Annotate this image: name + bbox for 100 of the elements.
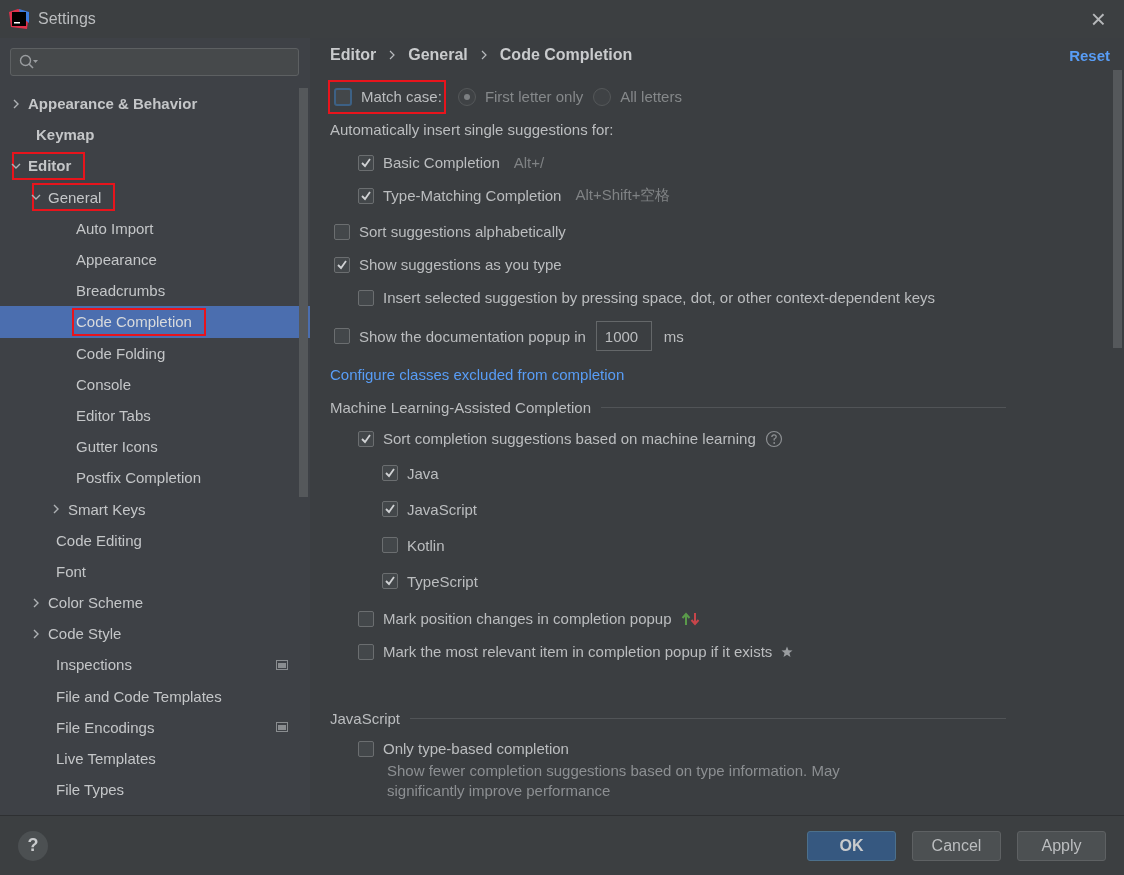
dialog-button[interactable]: Cancel — [912, 830, 1001, 861]
tree-item[interactable]: Font — [0, 555, 310, 587]
app-logo-icon — [9, 9, 29, 29]
checkbox[interactable] — [358, 289, 374, 306]
search-field[interactable] — [10, 48, 299, 76]
checkbox[interactable] — [358, 740, 374, 757]
window-title: Settings — [38, 10, 96, 28]
breadcrumb-item[interactable]: Code Completion — [499, 46, 633, 64]
checkbox[interactable] — [358, 187, 374, 204]
checkbox-label: Mark position changes in completion popup — [383, 610, 672, 627]
tree-item[interactable]: File Encodings — [0, 711, 310, 743]
tree-item-label: Editor Tabs — [76, 406, 151, 424]
search-icon — [19, 54, 39, 70]
tree-item[interactable]: Postfix Completion — [0, 462, 310, 494]
checkbox[interactable] — [334, 223, 350, 240]
checkbox[interactable] — [382, 573, 398, 589]
checkbox-label: TypeScript — [407, 572, 478, 590]
checkbox[interactable] — [334, 328, 350, 344]
tree-item-label: File Types — [56, 781, 125, 799]
tree-item[interactable]: Live Templates — [0, 742, 310, 775]
tree-item[interactable]: Code Style — [0, 618, 310, 650]
radio-label: All letters — [620, 88, 682, 105]
checkbox-label: Show suggestions as you type — [359, 256, 562, 273]
tree-item-label: Code Folding — [76, 344, 166, 362]
tree-item[interactable]: Color Scheme — [0, 587, 310, 619]
tree-item[interactable]: General — [0, 181, 310, 213]
tree-item-label: Postfix Completion — [76, 469, 202, 487]
checkbox-label: Show the documentation popup in — [359, 327, 586, 345]
checkbox[interactable] — [382, 501, 398, 517]
tree-item-label: Live Templates — [56, 750, 156, 768]
tree-item[interactable]: Editor — [0, 150, 310, 182]
section-title: JavaScript — [330, 710, 401, 727]
configure-link[interactable]: Configure classes excluded from completion — [330, 365, 625, 383]
tree-item-label: Smart Keys — [68, 500, 146, 518]
tree-item-label: General — [48, 188, 102, 206]
breadcrumb-item[interactable]: Editor — [330, 46, 377, 64]
checkbox-label: Sort completion suggestions based on machine learning — [383, 430, 756, 447]
tree-item-label: Color Scheme — [48, 594, 144, 612]
scrollbar-thumb[interactable] — [1113, 70, 1122, 348]
tree-item[interactable]: File Types — [0, 774, 310, 806]
checkbox[interactable] — [382, 537, 398, 553]
tree-item-label: Keymap — [36, 126, 95, 144]
checkbox-label: Kotlin — [407, 536, 445, 554]
tree-item[interactable]: Editor Tabs — [0, 399, 310, 432]
tree-item[interactable]: Smart Keys — [0, 493, 310, 525]
option-description: Show fewer completion suggestions based on type information. May significantly improve performance — [386, 761, 841, 801]
checkbox-label: Only type-based completion — [383, 740, 569, 757]
checkbox[interactable] — [358, 610, 374, 627]
tree-item[interactable]: Breadcrumbs — [0, 275, 310, 307]
checkbox-label: Type-Matching Completion — [383, 187, 562, 204]
dialog-button[interactable]: OK — [807, 830, 896, 861]
checkbox[interactable] — [382, 465, 398, 481]
tree-item[interactable]: Code Editing — [0, 524, 310, 556]
section-title: Machine Learning-Assisted Completion — [330, 399, 591, 416]
breadcrumb-item[interactable]: General — [408, 46, 468, 64]
tree-item-label: Auto Import — [76, 219, 154, 237]
tree-item[interactable]: Code Completion — [0, 306, 310, 338]
checkbox-label: Basic Completion — [383, 154, 500, 171]
checkbox[interactable] — [334, 256, 350, 273]
unit-label: ms — [663, 327, 684, 345]
tree-item[interactable]: Auto Import — [0, 212, 310, 244]
tree-item[interactable]: Console — [0, 368, 310, 400]
tree-item[interactable]: Appearance & Behavior — [0, 88, 310, 120]
tree-item[interactable]: Gutter Icons — [0, 431, 310, 463]
shortcut-hint: Alt+Shift+空格 — [575, 186, 671, 205]
tree-item-label: Code Editing — [56, 531, 142, 549]
tree-item-label: Code Completion — [76, 313, 192, 331]
close-button[interactable]: × — [1090, 6, 1106, 32]
checkbox[interactable] — [358, 154, 374, 171]
checkbox-label: Match case: — [361, 88, 442, 105]
tree-item-label: Appearance — [76, 251, 157, 269]
tree-item-label: Gutter Icons — [76, 438, 158, 456]
checkbox-label: JavaScript — [407, 500, 478, 518]
tree-item[interactable]: Keymap — [0, 119, 310, 151]
help-button[interactable]: ? — [18, 830, 48, 861]
shortcut-hint: Alt+/ — [513, 154, 545, 171]
chevron-icon — [479, 50, 488, 60]
checkbox[interactable] — [358, 430, 374, 447]
reset-link[interactable]: Reset — [1069, 46, 1110, 64]
radio-label: First letter only — [484, 88, 584, 105]
tree-item-label: Console — [76, 375, 132, 393]
chevron-icon — [388, 50, 397, 60]
tree-item[interactable]: Appearance — [0, 243, 310, 276]
tree-item[interactable]: File and Code Templates — [0, 680, 310, 712]
group-label: Automatically insert single suggestions for: — [330, 121, 614, 138]
checkbox-label: Sort suggestions alphabetically — [359, 223, 566, 240]
scrollbar-thumb[interactable] — [299, 88, 308, 497]
dialog-button[interactable]: Apply — [1017, 830, 1106, 861]
checkbox[interactable] — [334, 87, 352, 106]
tree-item[interactable]: Code Folding — [0, 337, 310, 369]
tree-item-label: Code Style — [48, 625, 122, 643]
help-icon[interactable] — [764, 429, 783, 448]
number-field[interactable]: 1000 — [595, 321, 652, 351]
checkbox-label: Java — [407, 464, 439, 482]
checkbox-label: Insert selected suggestion by pressing space, dot, or other context-dependent keys — [383, 289, 935, 306]
tree-item-label: File Encodings — [56, 718, 155, 736]
tree-item-label: Appearance & Behavior — [28, 95, 198, 113]
tree-item[interactable]: Inspections — [0, 649, 310, 681]
checkbox[interactable] — [358, 643, 374, 660]
tree-item-label: Breadcrumbs — [76, 282, 166, 300]
